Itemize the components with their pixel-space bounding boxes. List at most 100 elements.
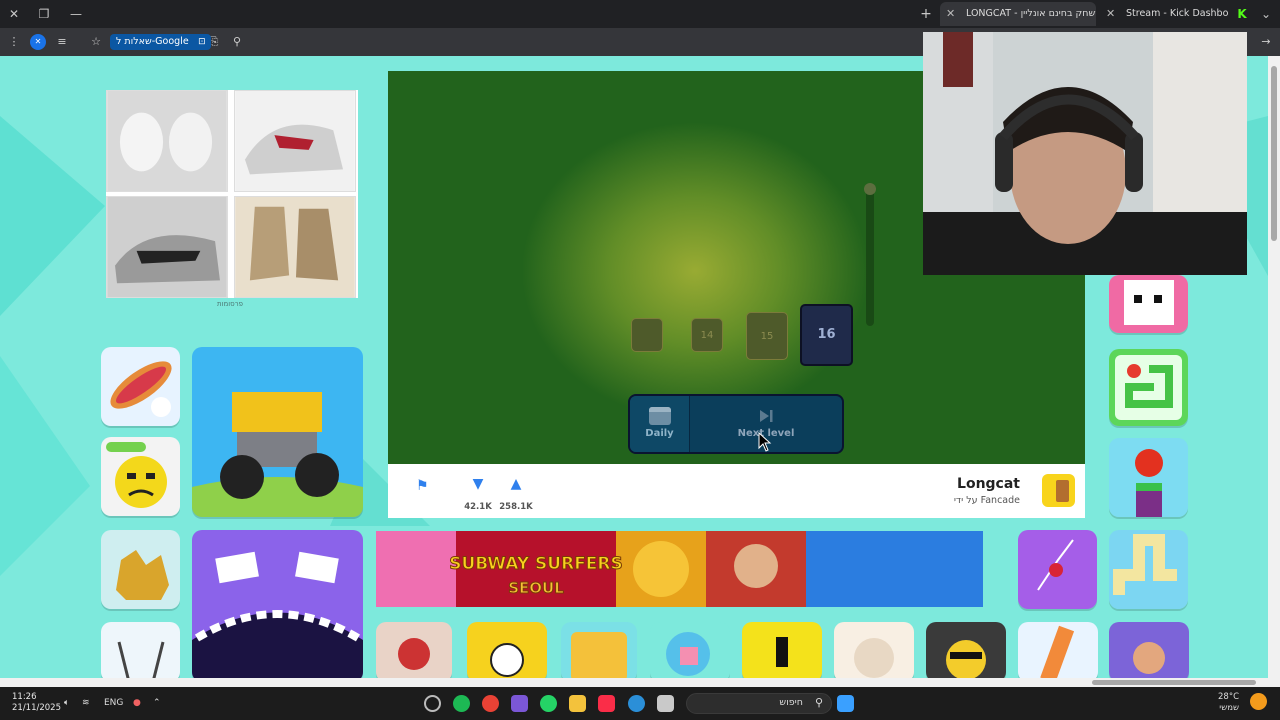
game-info-bar: ⚑ ▼ 42.1K ▲ 258.1K Longcat על ידי Fancad… — [388, 464, 1085, 518]
ask-google-label: שאלות ל-Google — [116, 36, 189, 47]
subway-surfers-banner[interactable]: SUBWAY SURFERS SEOUL — [376, 531, 983, 607]
forward-arrow-icon[interactable]: → — [1258, 34, 1274, 50]
weather-widget[interactable]: 28°C שמשי — [1218, 692, 1239, 714]
edge-icon[interactable] — [628, 695, 645, 712]
game-tile-angry-face[interactable] — [101, 437, 180, 516]
clock-date: 21/11/2025 — [12, 703, 61, 713]
game-tile-pixel-face[interactable] — [1109, 275, 1188, 333]
spotify-icon[interactable] — [453, 695, 470, 712]
game-slider[interactable] — [864, 183, 876, 326]
volume-icon[interactable]: 🔈︎ — [64, 698, 69, 708]
ad-image-white-sneakers[interactable] — [106, 90, 228, 192]
thumbs-up-icon: ▲ — [510, 476, 522, 492]
game-tile-cat-face[interactable] — [834, 622, 914, 680]
taskbar-search[interactable]: חיפוש ⚲ — [686, 693, 832, 714]
tab-close-icon[interactable]: ✕ — [1106, 2, 1115, 26]
kick-icon[interactable]: K — [1232, 4, 1252, 24]
webcam-overlay — [923, 32, 1247, 275]
skip-next-icon — [760, 410, 773, 422]
like-button[interactable]: ▲ 258.1K — [496, 476, 536, 513]
game-tile-camel-puzzle[interactable] — [101, 530, 180, 609]
minimize-window-icon[interactable]: — — [66, 4, 86, 24]
ad-image-boots[interactable] — [234, 196, 356, 298]
game-tile-monster-mouth[interactable] — [192, 530, 363, 680]
game-tile-pink-creature[interactable] — [650, 622, 730, 680]
tab-title: Stream - Kick Dashboard — [1126, 8, 1228, 19]
like-count: 258.1K — [499, 502, 533, 512]
thumbs-down-icon: ▼ — [472, 476, 484, 492]
level-button-15[interactable]: 15 — [746, 312, 788, 360]
system-clock[interactable]: 11:26 21/11/2025 — [12, 692, 61, 714]
lens-icon: ⊡ — [198, 37, 206, 47]
game-title: Longcat — [957, 476, 1020, 492]
game-tile-ghost-crown[interactable] — [467, 622, 547, 680]
horizontal-scroll-thumb[interactable] — [1092, 680, 1256, 685]
tab-kick-dashboard[interactable]: ✕ Stream - Kick Dashboard — [1100, 2, 1228, 26]
vertical-scrollbar[interactable] — [1268, 56, 1280, 680]
ad-image-red-sneakers[interactable] — [234, 90, 356, 192]
music-icon[interactable] — [598, 695, 615, 712]
vertical-scroll-thumb[interactable] — [1271, 66, 1277, 241]
banner-title: SUBWAY SURFERS — [449, 554, 623, 574]
zoom-icon[interactable]: ⚲ — [229, 34, 245, 50]
game-tile-snake[interactable] — [1109, 349, 1188, 426]
slider-knob[interactable] — [864, 183, 876, 195]
windows-taskbar: 11:26 21/11/2025 🔈︎ ≋ ENG ● ⌃ חיפוש ⚲ 28… — [0, 687, 1280, 720]
reading-mode-icon[interactable]: ≡ — [54, 34, 70, 50]
tab-title: LONGCAT - משחק בחינם אונליין — [966, 8, 1096, 19]
browser-tab-bar: ✕ ❐ — + ✕ LONGCAT - משחק בחינם אונליין ✕… — [0, 0, 1280, 28]
microphone-icon[interactable]: ● — [133, 698, 141, 708]
game-tile-apple-worm[interactable] — [1109, 438, 1188, 517]
game-tile-subway-runner[interactable] — [1109, 622, 1189, 680]
level-button-faded[interactable] — [631, 318, 663, 352]
ad-block[interactable] — [106, 90, 358, 298]
ad-image-silver-sneakers[interactable] — [106, 196, 228, 298]
task-view-icon[interactable] — [657, 695, 674, 712]
file-explorer-icon[interactable] — [569, 695, 586, 712]
game-tile-question-block[interactable] — [561, 622, 637, 680]
calendar-icon — [649, 407, 671, 425]
game-tile-silhouette[interactable] — [742, 622, 822, 680]
extension-icon[interactable]: ✕ — [30, 34, 46, 50]
wifi-icon[interactable]: ≋ — [82, 698, 90, 708]
obs-icon[interactable] — [424, 695, 441, 712]
tray-overflow-icon[interactable]: ⌃ — [153, 698, 161, 708]
ad-label: פרסומות — [217, 300, 244, 308]
daily-button[interactable]: Daily — [630, 396, 690, 452]
game-tile-long-block[interactable] — [1109, 530, 1188, 609]
tab-search-icon[interactable]: ⌄ — [1256, 4, 1276, 24]
game-tile-hotdog[interactable] — [101, 347, 180, 426]
chrome-icon[interactable] — [482, 695, 499, 712]
new-tab-icon[interactable]: + — [916, 4, 936, 24]
tab-longcat[interactable]: ✕ LONGCAT - משחק בחינם אונליין — [940, 2, 1096, 26]
language-indicator[interactable]: ENG — [104, 698, 123, 708]
restore-window-icon[interactable]: ❐ — [34, 4, 54, 24]
dislike-button[interactable]: ▼ 42.1K — [458, 476, 498, 513]
ask-google-chip[interactable]: שאלות ל-Google ⊡ — [110, 34, 211, 50]
game-tile-monster-truck[interactable] — [192, 347, 363, 517]
level-button-14[interactable]: 14 — [691, 318, 723, 352]
weather-temp: 28°C — [1218, 692, 1240, 702]
horizontal-scrollbar[interactable] — [0, 678, 1280, 687]
report-flag-icon[interactable]: ⚑ — [416, 478, 429, 494]
weather-condition: שמשי — [1219, 703, 1240, 713]
whatsapp-icon[interactable] — [540, 695, 557, 712]
game-tile-cool-face[interactable] — [926, 622, 1006, 680]
level-button-16[interactable]: 16 — [800, 304, 853, 366]
mouse-cursor-icon — [758, 432, 772, 452]
tab-close-icon[interactable]: ✕ — [946, 2, 955, 26]
sun-icon — [1250, 693, 1267, 710]
game-tile-cartoon-king[interactable] — [376, 622, 452, 680]
close-window-icon[interactable]: ✕ — [4, 4, 24, 24]
game-tile-pencil[interactable] — [1018, 622, 1098, 680]
game-tile-glass-draw[interactable] — [101, 622, 180, 680]
clock-time: 11:26 — [12, 692, 37, 702]
menu-dots-icon[interactable]: ⋮ — [6, 34, 22, 50]
game-tile-spider-hero[interactable] — [1018, 530, 1097, 609]
game-developer[interactable]: על ידי Fancade — [954, 495, 1020, 506]
search-placeholder: חיפוש — [779, 697, 803, 708]
bookmark-star-icon[interactable]: ☆ — [88, 34, 104, 50]
dislike-count: 42.1K — [464, 502, 492, 512]
windows-start-icon[interactable] — [837, 695, 854, 712]
app-icon[interactable] — [511, 695, 528, 712]
